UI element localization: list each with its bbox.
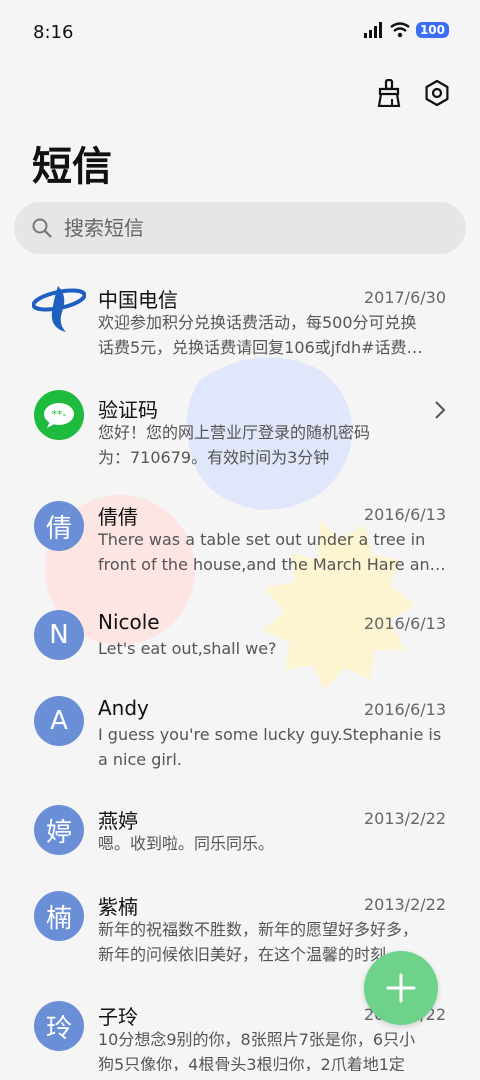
search-input[interactable] [62, 215, 446, 241]
sender-name: 中国电信 [98, 288, 178, 312]
chat-bubble-icon: **- [44, 403, 74, 428]
message-preview: 10分想念9别的你，8张照片7张是你，6只小 狗5只像你，4根骨头3根归你，2爪… [98, 1027, 448, 1071]
sender-name: 验证码 [98, 398, 158, 422]
avatar: 倩 [34, 501, 84, 551]
settings-button[interactable] [422, 78, 452, 108]
sender-name: 燕婷 [98, 809, 138, 833]
sender-name: 倩倩 [98, 505, 138, 529]
preview-line: 狗5只像你，4根骨头3根归你，2爪着地1定 [98, 1055, 405, 1071]
preview-line: 欢迎参加积分兑换话费活动，每500分可兑换 [98, 313, 417, 332]
status-icons: 100 [363, 22, 449, 38]
signal-icon [363, 22, 382, 38]
avatar: N [34, 610, 84, 660]
search-bar[interactable] [14, 202, 466, 254]
preview-line: 嗯。收到啦。同乐同乐。 [98, 834, 275, 853]
sender-name: Nicole [98, 610, 160, 634]
sender-name: Andy [98, 696, 149, 720]
plus-icon [386, 973, 416, 1003]
battery-indicator: 100 [415, 22, 449, 38]
avatar: A [34, 696, 84, 746]
avatar-text: **- [52, 408, 67, 421]
message-preview: 欢迎参加积分兑换话费活动，每500分可兑换 话费5元，兑换话费请回复106或jf… [98, 310, 448, 360]
broom-icon [377, 79, 401, 107]
new-message-button[interactable] [364, 951, 438, 1025]
avatar: 婷 [34, 805, 84, 855]
sender-name: 子玲 [98, 1005, 138, 1029]
top-actions [374, 78, 452, 108]
page-title: 短信 [32, 144, 112, 190]
message-date: 2013/2/22 [363, 895, 446, 914]
sender-name: 紫楠 [98, 895, 138, 919]
list-item[interactable]: 中国电信 2017/6/30 欢迎参加积分兑换话费活动，每500分可兑换 话费5… [0, 260, 480, 370]
preview-line: front of the house,and the March Hare an… [98, 555, 446, 574]
chevron-right-icon[interactable] [434, 400, 446, 420]
clean-button[interactable] [374, 78, 404, 108]
preview-line: 10分想念9别的你，8张照片7张是你，6只小 [98, 1030, 416, 1049]
message-preview: There was a table set out under a tree i… [98, 527, 448, 577]
message-preview: I guess you're some lucky guy.Stephanie … [98, 722, 448, 772]
status-bar: 8:16 100 [0, 0, 480, 68]
preview-line: I guess you're some lucky guy.Stephanie … [98, 725, 442, 744]
preview-line: 您好！您的网上营业厅登录的随机密码 [98, 423, 371, 442]
message-preview: 嗯。收到啦。同乐同乐。 [98, 831, 448, 856]
search-icon [32, 218, 52, 238]
message-date: 2017/6/30 [363, 288, 446, 307]
list-item[interactable]: 倩 倩倩 2016/6/13 There was a table set out… [0, 478, 480, 588]
message-date: 2016/6/13 [363, 700, 446, 719]
sms-avatar: **- [34, 390, 84, 440]
message-preview: Let's eat out,shall we? [98, 636, 448, 661]
preview-line: There was a table set out under a tree i… [98, 530, 426, 549]
china-telecom-logo [32, 286, 86, 332]
status-time: 8:16 [33, 22, 74, 43]
message-date: 2016/6/13 [363, 505, 446, 524]
message-preview: 您好！您的网上营业厅登录的随机密码 为：710679。有效时间为3分钟 [98, 420, 418, 470]
avatar: 玲 [34, 1001, 84, 1051]
preview-line: 话费5元，兑换话费请回复106或jfdh#话费… [98, 338, 423, 357]
wifi-icon [390, 22, 410, 38]
avatar: 楠 [34, 891, 84, 941]
preview-line: 新年的祝福数不胜数，新年的愿望好多好多， [98, 920, 419, 939]
preview-line: a nice girl. [98, 750, 182, 769]
list-item[interactable]: **- 验证码 您好！您的网上营业厅登录的随机密码 为：710679。有效时间为… [0, 370, 480, 478]
preview-line: Let's eat out,shall we? [98, 639, 277, 658]
list-item[interactable]: 婷 燕婷 2013/2/22 嗯。收到啦。同乐同乐。 [0, 784, 480, 870]
message-date: 2016/6/13 [363, 614, 446, 633]
preview-line: 为：710679。有效时间为3分钟 [98, 448, 330, 467]
gear-icon [425, 79, 449, 107]
list-item[interactable]: N Nicole 2016/6/13 Let's eat out,shall w… [0, 588, 480, 674]
message-date: 2013/2/22 [363, 809, 446, 828]
list-item[interactable]: A Andy 2016/6/13 I guess you're some luc… [0, 674, 480, 784]
